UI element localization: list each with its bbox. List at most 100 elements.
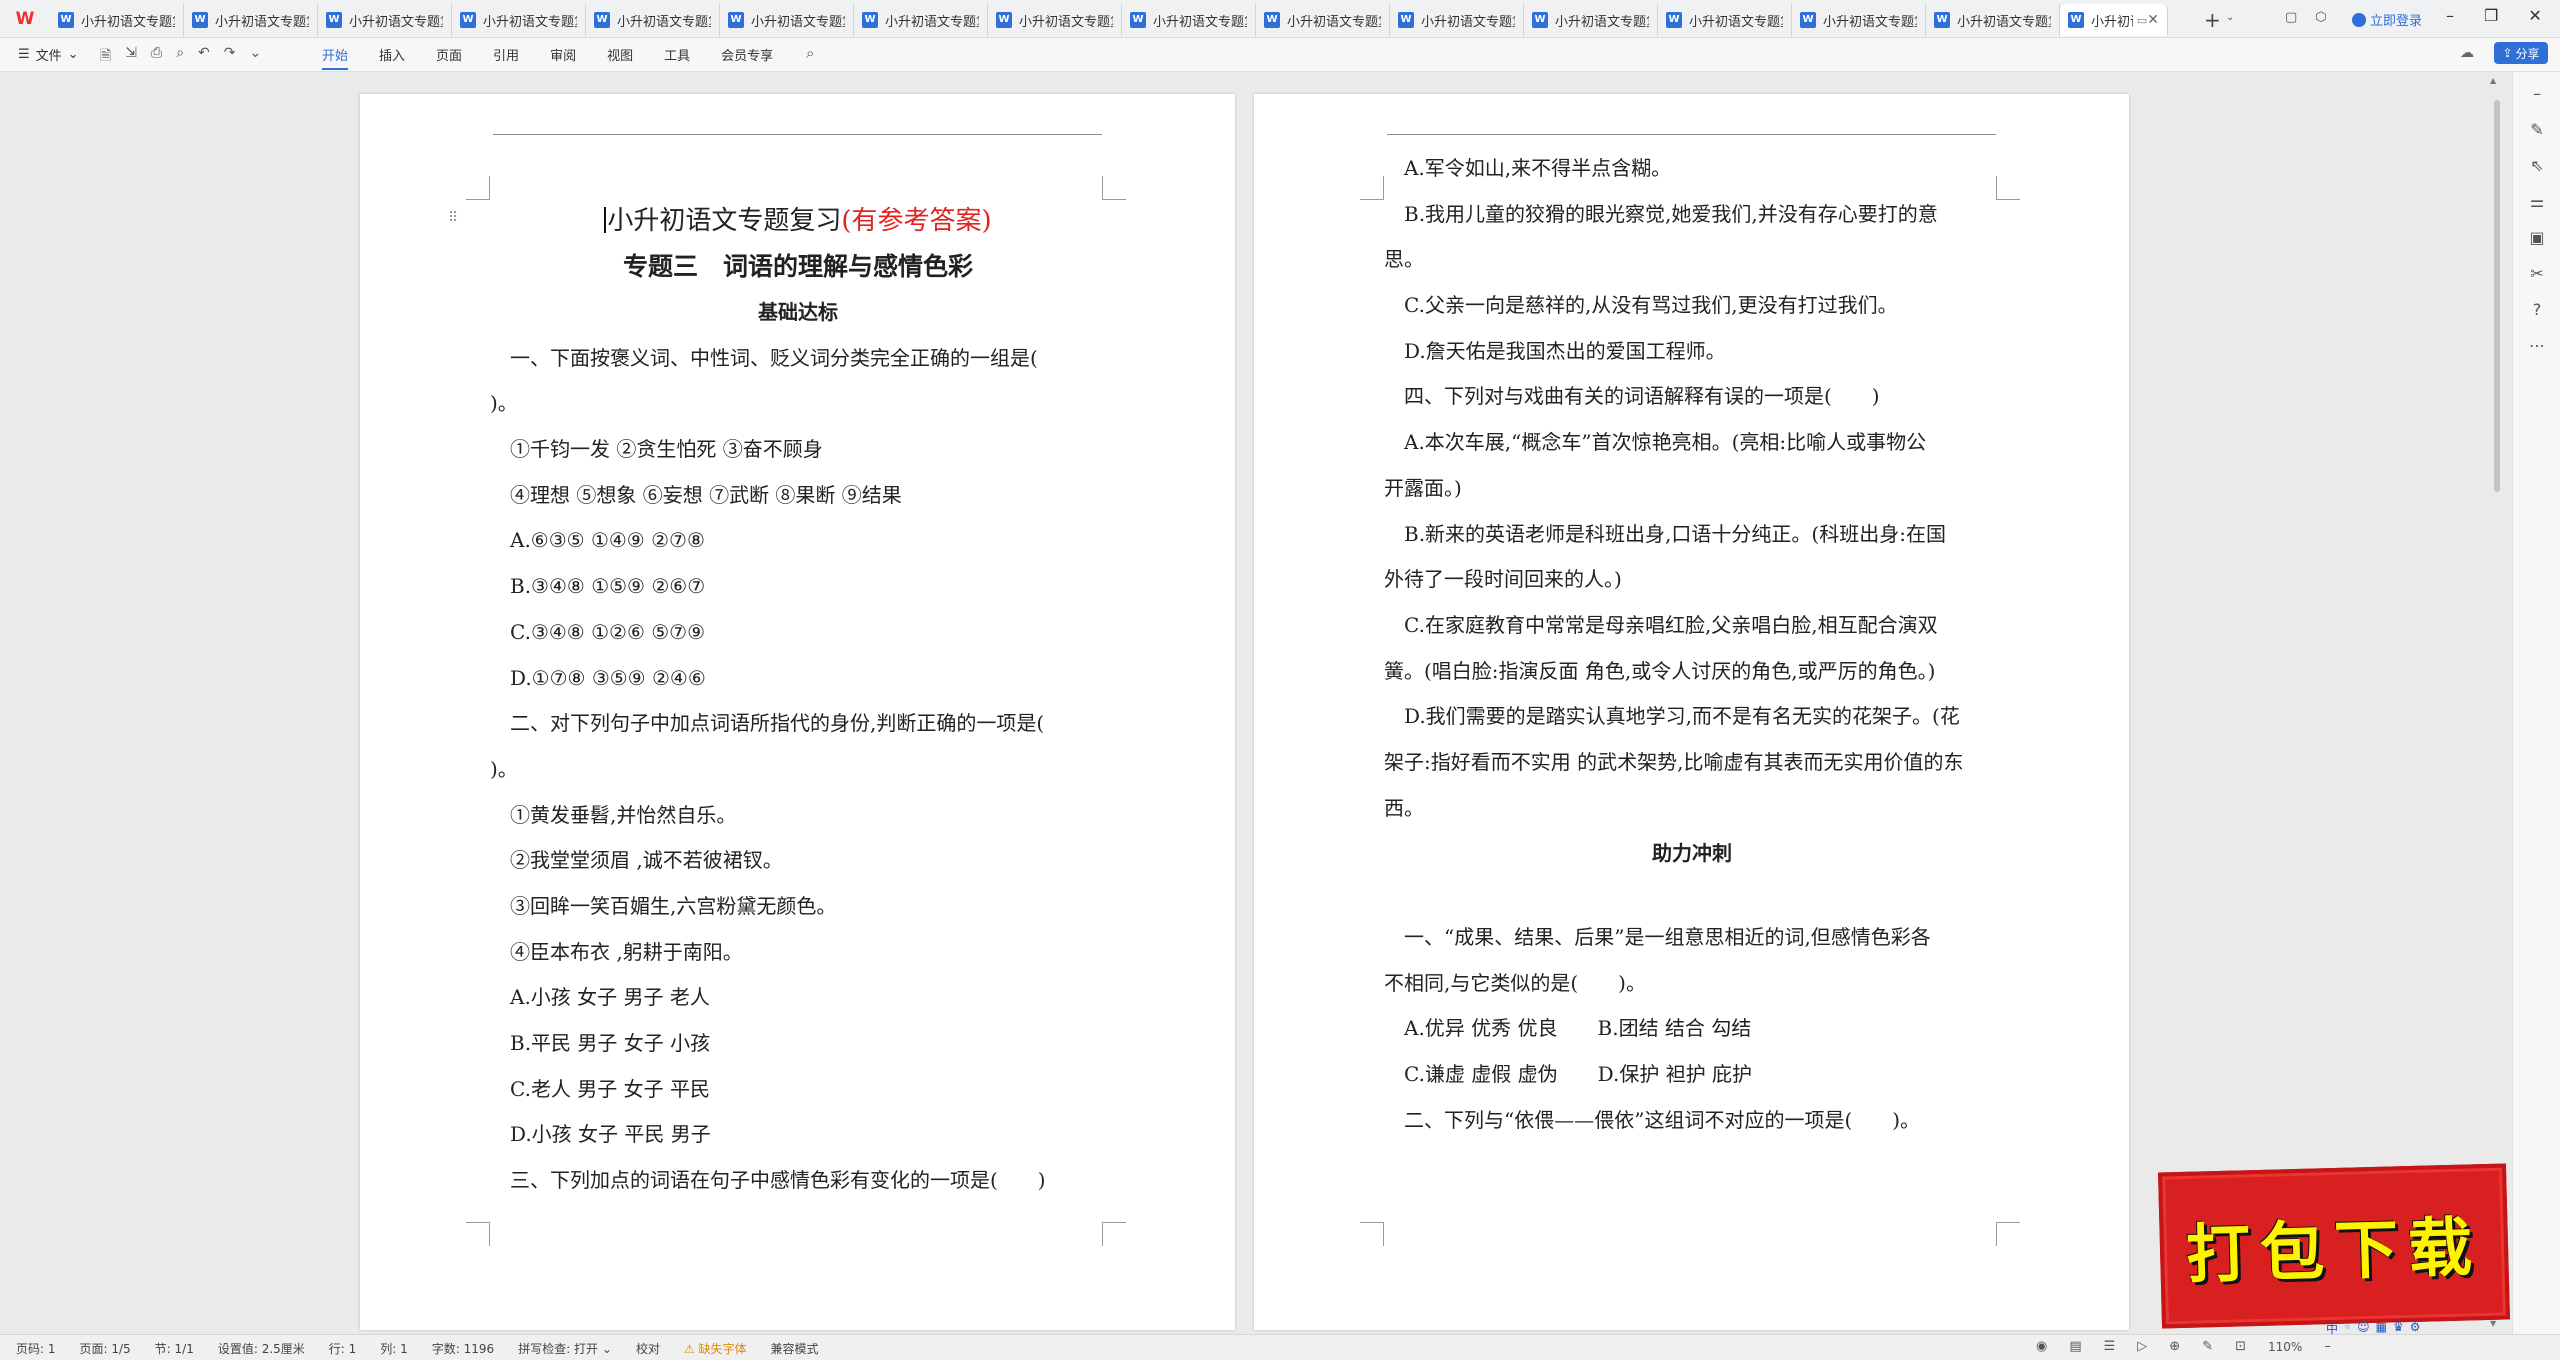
status-item[interactable]: 节: 1/1	[155, 1340, 194, 1357]
document-tab[interactable]: W 小升初语文专题复习	[1390, 4, 1524, 36]
print-preview-icon[interactable]: ⌕	[176, 45, 184, 69]
ime-skin-icon[interactable]: ♛	[2393, 1320, 2404, 1336]
new-tab-button[interactable]: +	[2204, 8, 2221, 32]
outline-view-icon[interactable]: ☰	[2104, 1339, 2116, 1354]
word-doc-icon: W	[996, 12, 1012, 28]
document-tab[interactable]: W 小升初语文专题复习	[50, 4, 184, 36]
ribbon-tab[interactable]: 视图	[607, 45, 633, 70]
more-chevron-icon[interactable]: ⌄	[250, 45, 262, 69]
document-tab[interactable]: W 小升初语文专题复习	[318, 4, 452, 36]
more-icon[interactable]: ⋯	[2527, 336, 2547, 355]
page-2-body[interactable]: A.军令如山,来不得半点含糊。 B.我用儿童的狡猾的眼光察觉,她爱我们,并没有存心…	[1384, 146, 2000, 1143]
hamburger-icon: ☰	[18, 47, 30, 62]
cloud-icon[interactable]: ☁	[2460, 45, 2474, 61]
document-line: C.谦虚 虚假 虚伪 D.保护 袒护 庇护	[1404, 1062, 1753, 1087]
cube-icon[interactable]: ⬡	[2315, 10, 2326, 25]
ribbon-tab[interactable]: 会员专享	[721, 45, 773, 70]
pen-icon[interactable]: ✎	[2527, 120, 2547, 139]
document-tab[interactable]: W 小升初语文专题复习	[1926, 4, 2060, 36]
document-page-2[interactable]: A.军令如山,来不得半点含糊。 B.我用儿童的狡猾的眼光察觉,她爱我们,并没有存心…	[1254, 94, 2129, 1330]
zoom-level[interactable]: 110%	[2268, 1340, 2302, 1354]
close-window-icon[interactable]: ✕	[2528, 6, 2541, 25]
document-line: A.本次车展,“概念车”首次惊艳亮相。(亮相:比喻人或事物公	[1404, 430, 1927, 455]
status-item[interactable]: 字数: 1196	[432, 1340, 494, 1357]
redo-icon[interactable]: ↷	[224, 45, 236, 69]
image-edit-icon[interactable]: ▣	[2527, 228, 2547, 247]
ribbon-tab[interactable]: 引用	[493, 45, 519, 70]
status-item[interactable]: 页面: 1/5	[80, 1340, 131, 1357]
ime-icon[interactable]: 中	[2326, 1320, 2338, 1336]
status-item[interactable]: 页码: 1	[16, 1340, 56, 1357]
undo-icon[interactable]: ↶	[198, 45, 210, 69]
ime-emoji-icon[interactable]: ☺	[2357, 1320, 2370, 1336]
document-tab[interactable]: W 小升初语文专题复习	[1122, 4, 1256, 36]
share-button[interactable]: ⇪ 分享	[2494, 42, 2548, 64]
ime-keyboard-icon[interactable]: ▦	[2376, 1320, 2387, 1336]
document-line: 二、下列与“依偎——偎依”这组词不对应的一项是( )。	[1404, 1107, 1921, 1132]
download-promo-banner[interactable]: 打包下载	[2158, 1163, 2510, 1329]
status-item[interactable]: 设置值: 2.5厘米	[218, 1340, 305, 1357]
scrollbar-thumb[interactable]	[2494, 100, 2500, 492]
header-rule	[1387, 134, 1996, 135]
search-icon[interactable]: ⌕	[806, 44, 814, 62]
document-tab[interactable]: W 小升初语文专题复习	[854, 4, 988, 36]
page-view-icon[interactable]: ▤	[2069, 1339, 2081, 1354]
document-tab[interactable]: W 小升初语文专题复习	[1792, 4, 1926, 36]
status-item[interactable]: 行: 1	[329, 1340, 357, 1357]
status-item[interactable]: 拼写检查: 打开 ⌄	[518, 1340, 612, 1357]
status-item[interactable]: ⚠ 缺失字体	[684, 1340, 747, 1357]
tools-icon[interactable]: ✂	[2527, 264, 2547, 283]
active-document-tab[interactable]: W 小升初语▭✕	[2060, 4, 2168, 36]
file-menu[interactable]: ☰ 文件 ⌄	[18, 45, 79, 64]
document-tab[interactable]: W 小升初语文专题复习	[1256, 4, 1390, 36]
ribbon-tab[interactable]: 工具	[664, 45, 690, 70]
title-answer-note: (有参考答案)	[841, 206, 992, 236]
zoom-out-icon[interactable]: –	[2324, 1339, 2331, 1354]
save-icon[interactable]: 🗎	[100, 45, 111, 69]
fit-width-icon[interactable]: ⊡	[2235, 1339, 2246, 1354]
tab-list-chevron-icon[interactable]: ⌄	[2226, 12, 2234, 23]
help-icon[interactable]: ?	[2527, 300, 2547, 319]
tab-label: 小升初语文专题复习	[1689, 14, 1783, 30]
document-page-1[interactable]: ⠿ 小升初语文专题复习(有参考答案) 专题三 词语的理解与感情色彩 基础达标 一…	[360, 94, 1235, 1330]
select-cursor-icon[interactable]: ⇖	[2527, 156, 2547, 175]
status-item[interactable]: 兼容模式	[771, 1340, 819, 1357]
document-line: C.在家庭教育中常常是母亲唱红脸,父亲唱白脸,相互配合演双	[1404, 612, 1938, 637]
minimize-icon[interactable]: –	[2446, 6, 2454, 25]
ribbon-tab[interactable]: 页面	[436, 45, 462, 70]
document-tab[interactable]: W 小升初语文专题复习	[586, 4, 720, 36]
document-tab[interactable]: W 小升初语文专题复习	[988, 4, 1122, 36]
web-view-icon[interactable]: ⊕	[2169, 1339, 2180, 1354]
document-tab[interactable]: W 小升初语文专题复习	[720, 4, 854, 36]
tab-label: 小升初语文专题复习	[751, 14, 845, 30]
restore-icon[interactable]: ❐	[2484, 6, 2498, 25]
wps-logo-icon[interactable]: W	[14, 8, 36, 30]
document-tab[interactable]: W 小升初语文专题复习	[1658, 4, 1792, 36]
eye-protection-icon[interactable]: ◉	[2036, 1339, 2047, 1354]
ime-punct-icon[interactable]: ◦	[2344, 1320, 2351, 1336]
document-line: A.小孩 女子 男子 老人	[510, 985, 710, 1010]
write-mode-icon[interactable]: ✎	[2202, 1339, 2213, 1354]
ribbon-tab[interactable]: 审阅	[550, 45, 576, 70]
ribbon-tab[interactable]: 插入	[379, 45, 405, 70]
collapse-icon[interactable]: –	[2527, 84, 2547, 103]
play-icon[interactable]: ▷	[2137, 1339, 2147, 1354]
ribbon-tab[interactable]: 开始	[322, 45, 349, 70]
login-button[interactable]: 立即登录	[2352, 10, 2422, 29]
scroll-up-icon[interactable]: ▲	[2490, 76, 2496, 85]
print-icon[interactable]: ⎙	[151, 45, 162, 69]
status-item[interactable]: 列: 1	[380, 1340, 408, 1357]
word-doc-icon: W	[862, 12, 878, 28]
tablet-mode-icon[interactable]: ▢	[2285, 10, 2297, 25]
close-tab-icon[interactable]: ✕	[2147, 12, 2159, 28]
document-line: 二、对下列句子中加点词语所指代的身份,判断正确的一项是(	[510, 711, 1045, 736]
adjust-icon[interactable]: ⚌	[2527, 192, 2547, 211]
status-item[interactable]: 校对	[636, 1340, 660, 1357]
ime-settings-icon[interactable]: ⚙	[2410, 1320, 2421, 1336]
paragraph-drag-handle-icon[interactable]: ⠿	[448, 210, 458, 226]
export-icon[interactable]: ⇲	[125, 45, 137, 69]
document-tab[interactable]: W 小升初语文专题复习	[1524, 4, 1658, 36]
document-tab[interactable]: W 小升初语文专题复习	[184, 4, 318, 36]
document-tab[interactable]: W 小升初语文专题复习	[452, 4, 586, 36]
page-1-body[interactable]: 小升初语文专题复习(有参考答案) 专题三 词语的理解与感情色彩 基础达标 一、下…	[490, 198, 1106, 1204]
